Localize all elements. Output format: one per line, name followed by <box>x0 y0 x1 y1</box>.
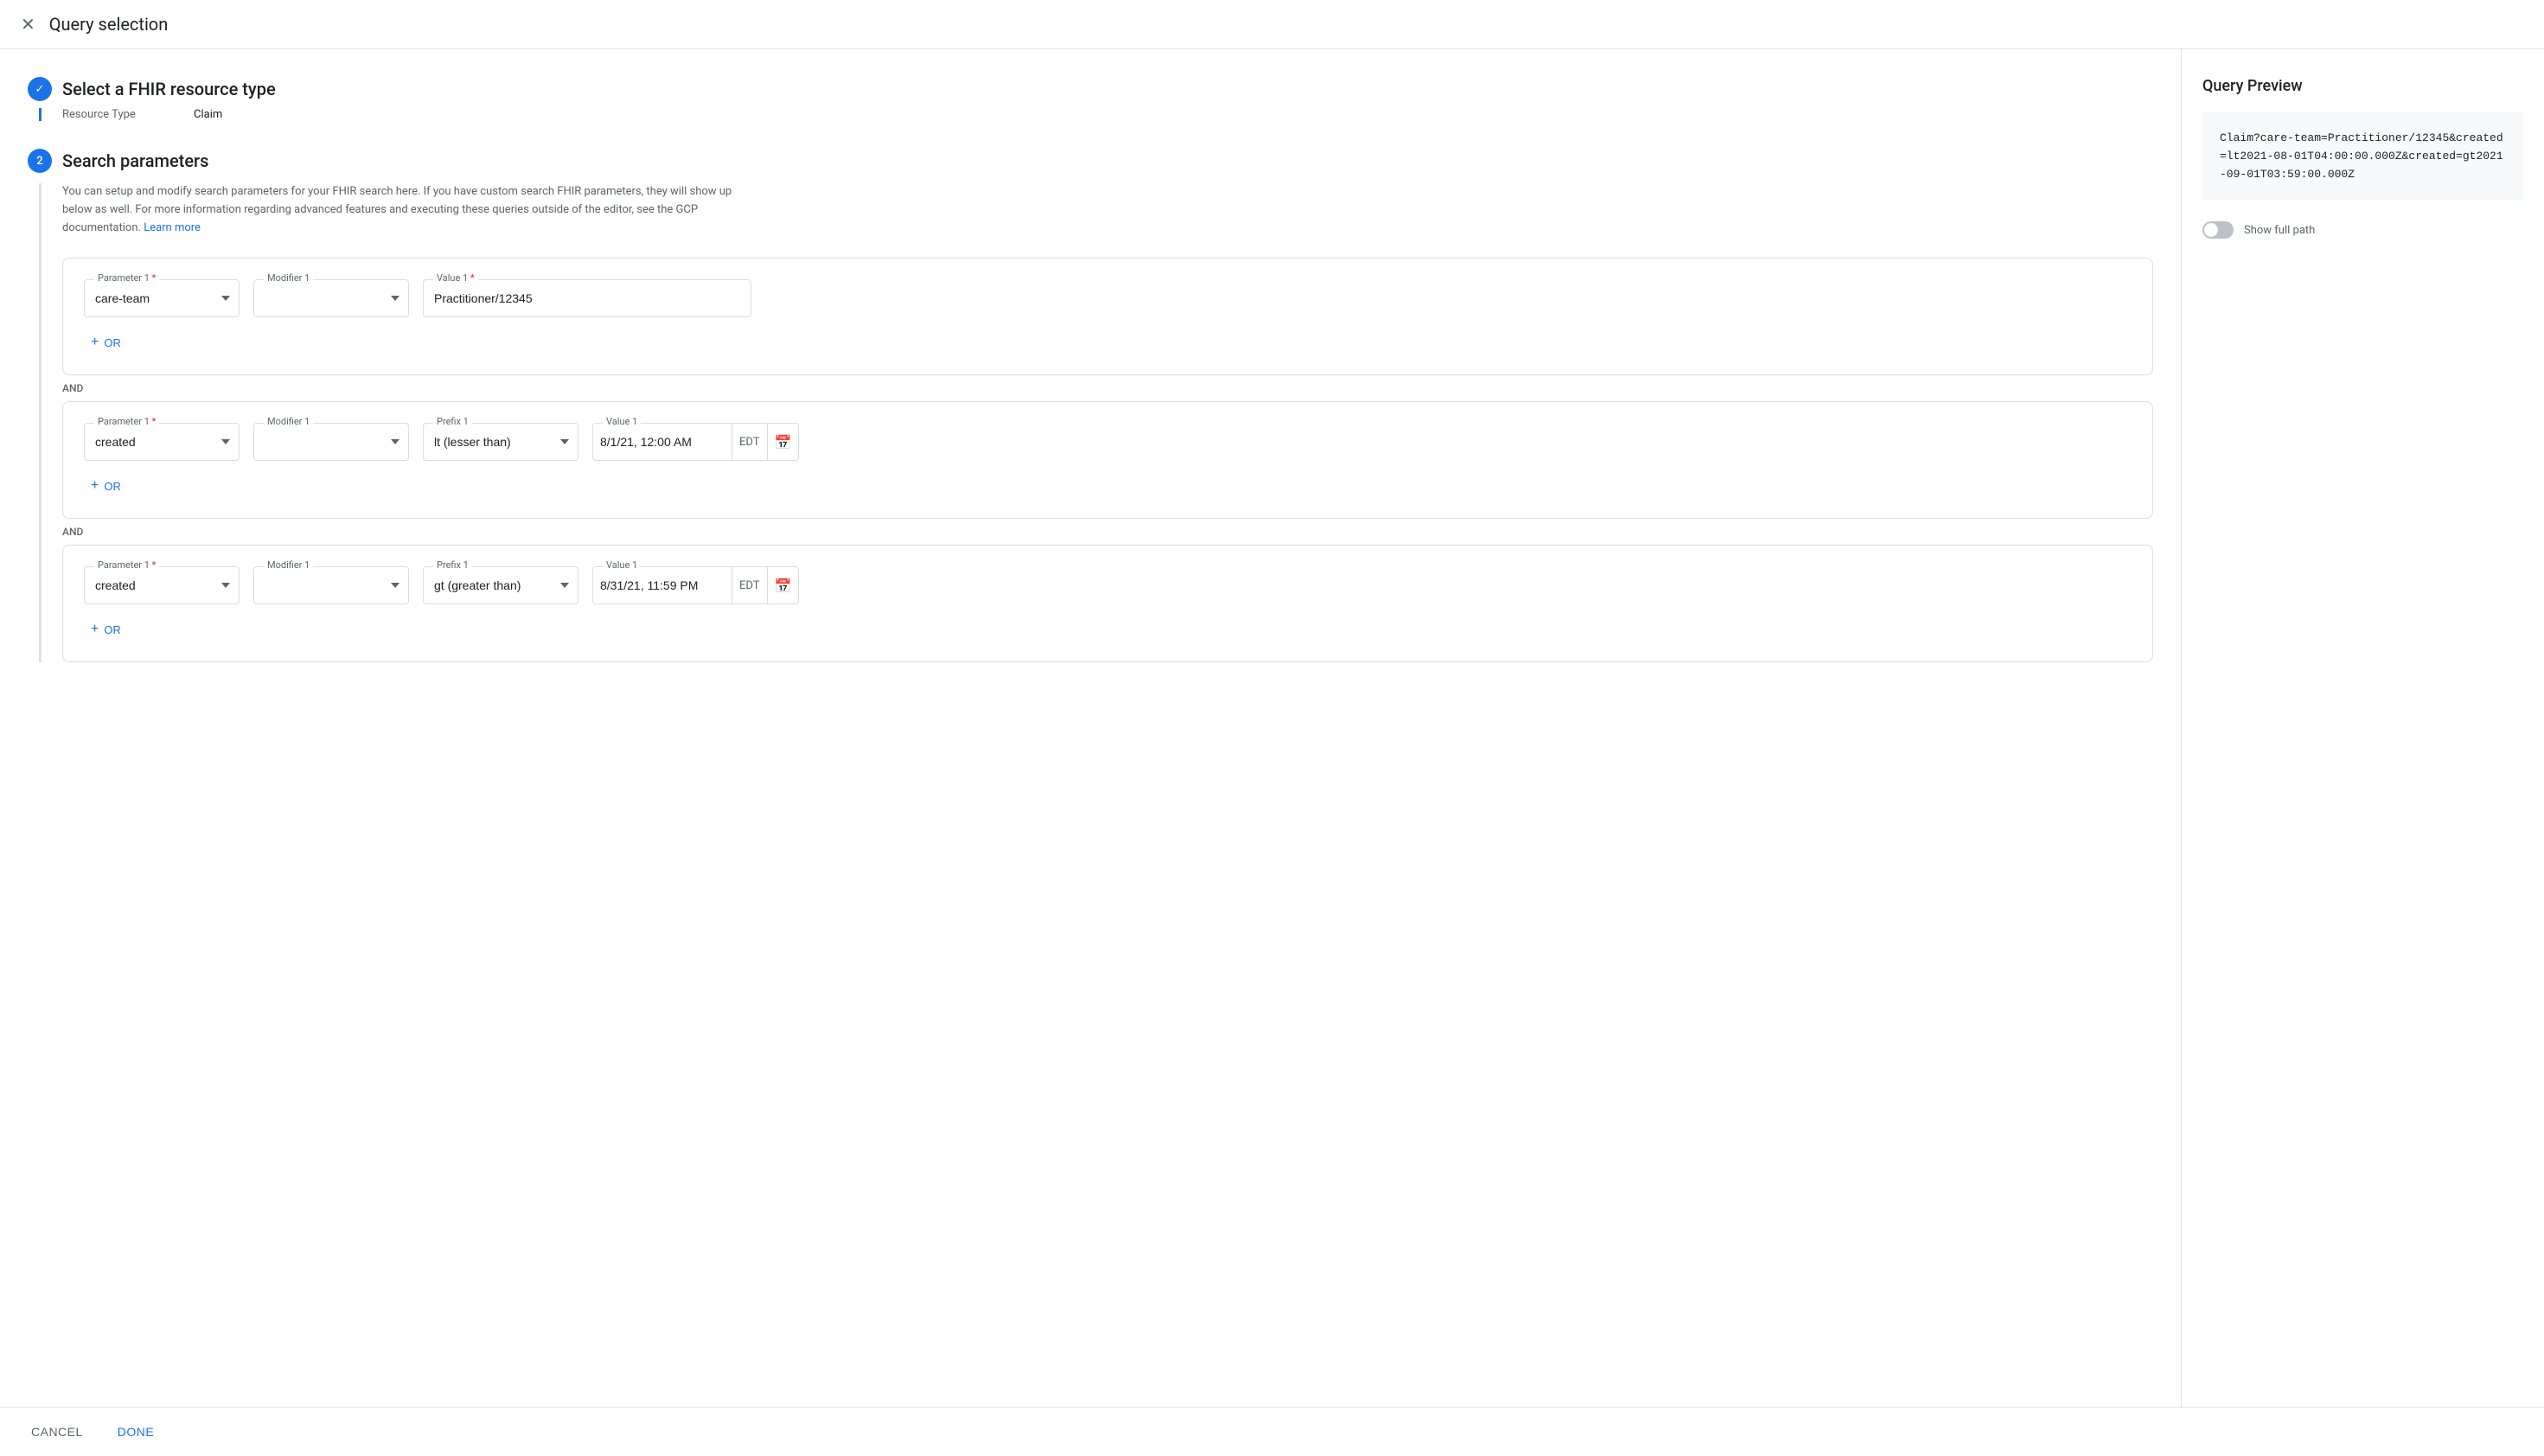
description-text: You can setup and modify search paramete… <box>62 183 754 237</box>
resource-type-value: Claim <box>194 108 222 121</box>
prefix2-label: Prefix 1 <box>433 559 472 571</box>
parameter-group-2: Parameter 1 care-team created identifier… <box>62 401 2153 519</box>
value1-label: Value 1 <box>433 272 478 284</box>
show-full-path-toggle[interactable] <box>2202 221 2234 239</box>
param1-label: Parameter 1 <box>94 272 159 284</box>
done-button[interactable]: DONE <box>107 1418 164 1446</box>
datetime2-field-wrapper: Value 1 EDT 📅 <box>592 566 799 604</box>
param2-select[interactable]: care-team created identifier insurer pat… <box>84 423 240 461</box>
param-row-3: Parameter 1 care-team created identifier… <box>84 566 2132 604</box>
main-content: ✓ Select a FHIR resource type Resource T… <box>0 49 2181 1407</box>
modifier1-label: Modifier 1 <box>264 272 313 284</box>
calendar2-icon[interactable]: 📅 <box>767 567 799 603</box>
step1-icon: ✓ <box>28 77 52 101</box>
and-label-1: AND <box>62 382 2153 394</box>
prefix2-field-wrapper: Prefix 1 lt (lesser than) gt (greater th… <box>423 566 578 604</box>
section-search-params: 2 Search parameters You can setup and mo… <box>28 149 2153 662</box>
step1-checkmark: ✓ <box>35 83 45 96</box>
modifier3-label: Modifier 1 <box>264 559 313 571</box>
calendar1-icon[interactable]: 📅 <box>767 424 799 460</box>
dialog-header: ✕ Query selection <box>0 0 2544 49</box>
dialog-body: ✓ Select a FHIR resource type Resource T… <box>0 49 2544 1407</box>
dialog-footer: CANCEL DONE <box>0 1407 2544 1456</box>
plus-icon-1: + <box>91 335 99 350</box>
prefix2-select[interactable]: lt (lesser than) gt (greater than) le (l… <box>423 566 578 604</box>
close-icon[interactable]: ✕ <box>21 16 35 33</box>
value1-input[interactable] <box>423 279 751 317</box>
value1-field-wrapper: Value 1 <box>423 279 751 317</box>
or-label-2: OR <box>104 480 121 493</box>
parameter-group-1: Parameter 1 care-team created identifier… <box>62 258 2153 375</box>
section-resource-type: ✓ Select a FHIR resource type Resource T… <box>28 77 2153 121</box>
timezone2: EDT <box>732 567 767 603</box>
dialog-title: Query selection <box>49 14 169 35</box>
query-preview-box: Claim?care-team=Practitioner/12345&creat… <box>2202 112 2523 201</box>
datetime2-input[interactable] <box>593 567 732 603</box>
param3-label: Parameter 1 <box>94 559 159 571</box>
or-button-1[interactable]: + OR <box>84 331 128 354</box>
datetime1-wrapper: EDT 📅 <box>592 423 799 461</box>
modifier1-select[interactable] <box>253 279 409 317</box>
param-row-2: Parameter 1 care-team created identifier… <box>84 423 2132 461</box>
and-label-2: AND <box>62 526 2153 538</box>
modifier3-select[interactable] <box>253 566 409 604</box>
or-label-1: OR <box>104 336 121 349</box>
plus-icon-3: + <box>91 622 99 637</box>
prefix1-label: Prefix 1 <box>433 416 472 427</box>
section1-header: ✓ Select a FHIR resource type <box>28 77 2153 101</box>
or-button-2[interactable]: + OR <box>84 475 128 497</box>
param-row-1: Parameter 1 care-team created identifier… <box>84 279 2132 317</box>
datetime1-field-wrapper: Value 1 EDT 📅 <box>592 423 799 461</box>
modifier2-field-wrapper: Modifier 1 <box>253 423 409 461</box>
param2-field-wrapper: Parameter 1 care-team created identifier… <box>84 423 240 461</box>
parameter-group-3: Parameter 1 care-team created identifier… <box>62 545 2153 662</box>
modifier2-select[interactable] <box>253 423 409 461</box>
param3-select[interactable]: care-team created identifier insurer pat… <box>84 566 240 604</box>
param2-label: Parameter 1 <box>94 416 159 427</box>
show-full-path-label: Show full path <box>2244 224 2315 237</box>
section2-header: 2 Search parameters <box>28 149 2153 173</box>
resource-type-row: Resource Type Claim <box>39 108 2153 121</box>
datetime2-label: Value 1 <box>603 559 641 571</box>
right-panel: Query Preview Claim?care-team=Practition… <box>2181 49 2544 1407</box>
full-path-toggle-row: Show full path <box>2202 221 2523 239</box>
prefix1-field-wrapper: Prefix 1 lt (lesser than) gt (greater th… <box>423 423 578 461</box>
datetime2-wrapper: EDT 📅 <box>592 566 799 604</box>
step2-icon: 2 <box>28 149 52 173</box>
cancel-button[interactable]: CANCEL <box>21 1418 93 1446</box>
section2-title: Search parameters <box>62 150 208 171</box>
param1-select[interactable]: care-team created identifier insurer pat… <box>84 279 240 317</box>
datetime1-label: Value 1 <box>603 416 641 427</box>
timezone1: EDT <box>732 424 767 460</box>
prefix1-select[interactable]: lt (lesser than) gt (greater than) le (l… <box>423 423 578 461</box>
plus-icon-2: + <box>91 478 99 494</box>
section2-content: You can setup and modify search paramete… <box>39 183 2153 662</box>
resource-type-label: Resource Type <box>62 108 166 121</box>
learn-more-link[interactable]: Learn more <box>144 221 201 234</box>
modifier1-field-wrapper: Modifier 1 <box>253 279 409 317</box>
modifier3-field-wrapper: Modifier 1 <box>253 566 409 604</box>
modifier2-label: Modifier 1 <box>264 416 313 427</box>
param3-field-wrapper: Parameter 1 care-team created identifier… <box>84 566 240 604</box>
section1-title: Select a FHIR resource type <box>62 79 276 99</box>
datetime1-input[interactable] <box>593 424 732 460</box>
param1-field-wrapper: Parameter 1 care-team created identifier… <box>84 279 240 317</box>
or-button-3[interactable]: + OR <box>84 618 128 641</box>
preview-title: Query Preview <box>2202 77 2523 95</box>
or-label-3: OR <box>104 623 121 636</box>
step2-number: 2 <box>36 155 42 168</box>
